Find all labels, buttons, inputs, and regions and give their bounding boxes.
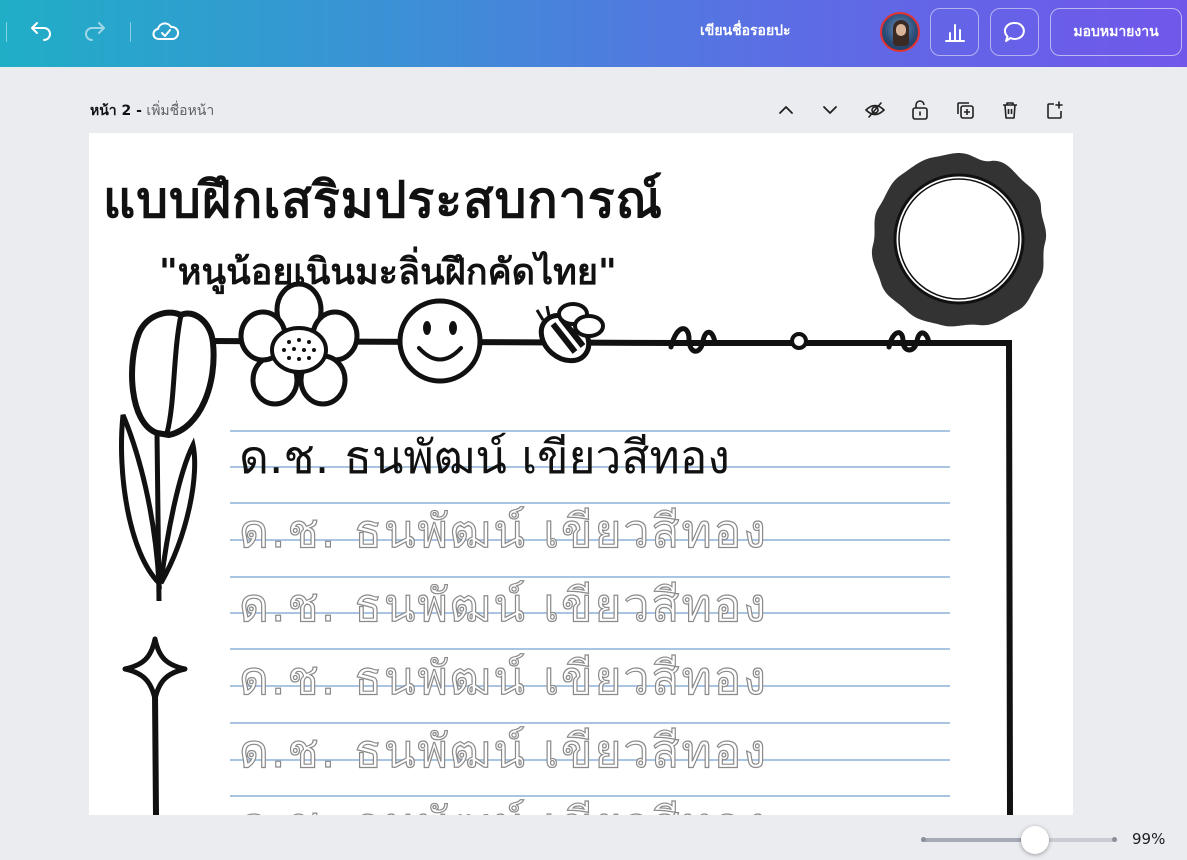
delete-page-button[interactable] [995,96,1025,124]
page-title: หน้า 2 - เพิ่มชื่อหน้า [90,100,214,122]
hide-icon [864,102,886,118]
duplicate-icon [957,102,974,119]
undo-button[interactable] [26,18,56,46]
worksheet-title[interactable]: แบบฝึกเสริมประสบการณ์ [103,161,663,240]
worksheet-subtitle[interactable]: "หนูน้อยเนินมะลิ่นฝึกคัดไทย" [159,243,617,300]
name-trace-line[interactable]: ด.ช. ธนพัฒน์ เขียวสีทอง [238,642,768,715]
analytics-button[interactable] [930,8,979,56]
comment-icon [1003,21,1025,42]
page-number: หน้า 2 - [90,103,142,119]
name-trace-line[interactable]: ด.ช. ธนพัฒน์ เขียวสีทอง [238,788,768,815]
undo-icon [31,22,51,41]
unlock-icon [912,100,928,120]
divider [6,22,7,42]
design-page[interactable]: แบบฝึกเสริมประสบการณ์ "หนูน้อยเนินมะลิ่น… [89,133,1073,815]
divider [130,22,131,42]
avatar[interactable] [880,12,920,52]
save-status-button[interactable] [150,18,182,46]
add-page-button[interactable] [1040,96,1070,124]
add-page-icon [1047,101,1063,119]
assign-button[interactable]: มอบหมายงาน [1050,8,1182,56]
name-trace-line[interactable]: ด.ช. ธนพัฒน์ เขียวสีทอง [238,495,768,568]
name-trace-line[interactable]: ด.ช. ธนพัฒน์ เขียวสีทอง [238,569,768,642]
cloud-saved-icon [152,22,180,40]
name-trace-line[interactable]: ด.ช. ธนพัฒน์ เขียวสีทอง [238,715,768,788]
analytics-icon [944,24,965,42]
redo-icon [85,22,105,41]
name-solid-line[interactable]: ด.ช. ธนพัฒน์ เขียวสีทอง [239,421,730,494]
zoom-level[interactable]: 99% [1132,830,1165,848]
zoom-slider-handle[interactable] [1021,826,1049,854]
hide-page-button[interactable] [860,96,890,124]
zoom-max-dot [1112,837,1117,842]
move-page-down-button[interactable] [815,96,845,124]
editor-topbar: เขียนชื่อรอยปะ มอบหมายงาน [0,0,1187,67]
add-page-title[interactable]: เพิ่มชื่อหน้า [146,103,214,119]
document-title[interactable]: เขียนชื่อรอยปะ [700,20,880,42]
comment-button[interactable] [990,8,1039,56]
lock-page-button[interactable] [905,96,935,124]
move-page-up-button[interactable] [771,96,801,124]
zoom-min-dot [921,837,926,842]
chevron-down-icon [823,106,837,114]
chevron-up-icon [779,106,793,114]
zoom-slider-fill [921,838,1035,842]
redo-button[interactable] [80,18,110,46]
delete-icon [1003,102,1017,119]
duplicate-page-button[interactable] [950,96,980,124]
